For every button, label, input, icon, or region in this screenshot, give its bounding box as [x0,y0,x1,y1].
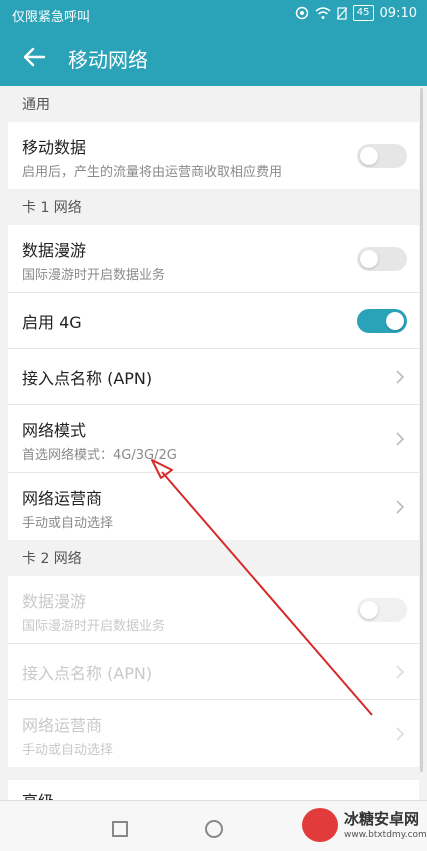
app-bar: 移动网络 [0,30,427,86]
watermark-url: www.btxtdmy.com [344,830,427,840]
row-title: 网络模式 [22,421,87,440]
carrier-status-text: 仅限紧急呼叫 [12,10,91,25]
row-sim2-roaming[interactable]: 数据漫游 国际漫游时开启数据业务 [8,576,419,644]
watermark-logo [302,808,338,842]
section-header-sim2: 卡 2 网络 [0,540,427,576]
row-subtitle: 国际漫游时开启数据业务 [22,268,166,283]
row-sim2-apn[interactable]: 接入点名称 (APN) [8,644,419,700]
section-header-sim1: 卡 1 网络 [0,189,427,225]
recents-button[interactable] [112,821,128,837]
watermark-name: 冰糖安卓网 [344,810,420,828]
enable-4g-toggle[interactable] [357,309,407,333]
status-bar: 仅限紧急呼叫 45 09:10 [0,0,427,30]
row-title: 移动数据 [22,138,87,157]
chevron-right-icon [396,665,405,679]
toggle-knob [386,312,404,330]
chevron-right-icon [396,500,405,514]
row-subtitle: 手动或自动选择 [22,743,114,758]
row-sim1-enable-4g[interactable]: 启用 4G [8,293,419,349]
mobile-data-toggle[interactable] [357,144,407,168]
row-mobile-data[interactable]: 移动数据 启用后，产生的流量将由运营商收取相应费用 [8,122,419,189]
watermark: 冰糖安卓网 www.btxtdmy.com [298,806,427,846]
home-button[interactable] [205,820,223,838]
row-title: 启用 4G [22,313,82,332]
eye-comfort-icon [295,6,309,20]
back-arrow-icon[interactable] [20,42,50,72]
chevron-right-icon [396,727,405,741]
toggle-knob [360,601,378,619]
sim1-roaming-toggle[interactable] [357,247,407,271]
row-title: 网络运营商 [22,489,103,508]
scrollbar[interactable] [420,88,423,772]
chevron-right-icon [396,432,405,446]
status-icons: 45 09:10 [295,5,417,21]
row-advanced[interactable]: 高级 [8,780,419,800]
row-subtitle: 国际漫游时开启数据业务 [22,619,166,634]
page-title: 移动网络 [68,48,148,72]
row-sim2-operator[interactable]: 网络运营商 手动或自动选择 [8,700,419,767]
row-title: 高级 [22,788,54,800]
row-title: 接入点名称 (APN) [22,664,153,683]
row-subtitle: 手动或自动选择 [22,516,114,531]
row-title: 网络运营商 [22,716,103,735]
row-subtitle: 启用后，产生的流量将由运营商收取相应费用 [22,165,283,180]
group-general: 移动数据 启用后，产生的流量将由运营商收取相应费用 [8,122,419,189]
chevron-right-icon [396,370,405,384]
row-title: 数据漫游 [22,592,87,611]
clock: 09:10 [379,5,417,21]
row-title: 数据漫游 [22,241,87,260]
toggle-knob [360,147,378,165]
row-sim1-network-mode[interactable]: 网络模式 首选网络模式：4G/3G/2G [8,405,419,473]
row-sim1-roaming[interactable]: 数据漫游 国际漫游时开启数据业务 [8,225,419,293]
wifi-icon [315,6,331,19]
settings-list: 通用 移动数据 启用后，产生的流量将由运营商收取相应费用 卡 1 网络 数据漫游… [0,86,427,780]
sim2-roaming-toggle[interactable] [357,598,407,622]
section-header-general: 通用 [0,86,427,122]
row-subtitle: 首选网络模式：4G/3G/2G [22,448,177,463]
toggle-knob [360,250,378,268]
row-title: 接入点名称 (APN) [22,369,153,388]
row-sim1-operator[interactable]: 网络运营商 手动或自动选择 [8,473,419,540]
no-sim-icon [336,6,347,20]
group-sim2: 数据漫游 国际漫游时开启数据业务 接入点名称 (APN) 网络运营商 手动或自动… [8,576,419,767]
row-sim1-apn[interactable]: 接入点名称 (APN) [8,349,419,405]
group-sim1: 数据漫游 国际漫游时开启数据业务 启用 4G 接入点名称 (APN) 网络模式 … [8,225,419,540]
battery-level: 45 [352,5,374,21]
